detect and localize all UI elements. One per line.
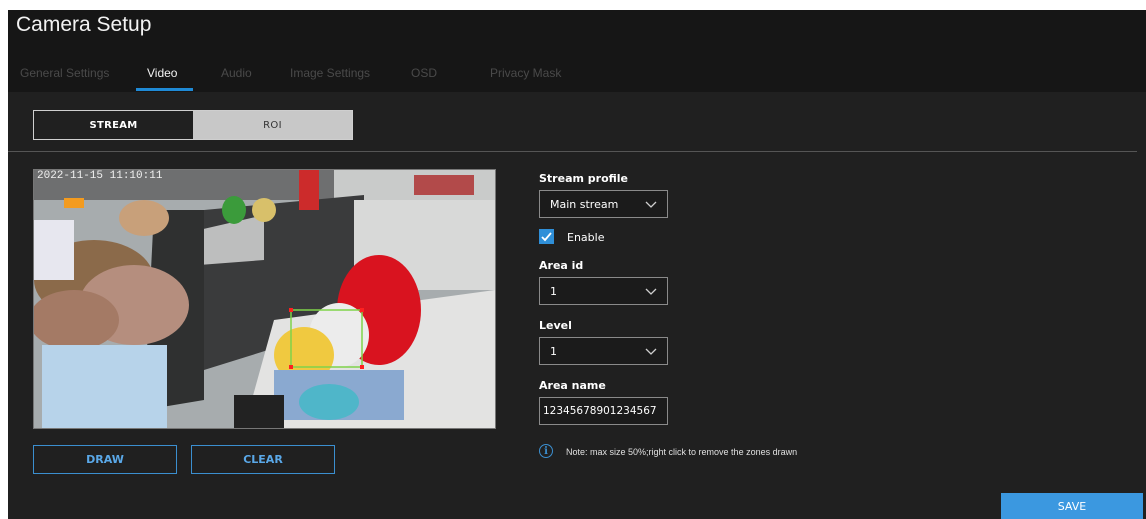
level-select[interactable]: 1 <box>539 337 668 365</box>
area-id-value: 1 <box>550 285 557 298</box>
area-id-label: Area id <box>539 259 584 272</box>
clear-button[interactable]: CLEAR <box>191 445 335 474</box>
note-text: Note: max size 50%;right click to remove… <box>566 447 798 457</box>
area-name-label: Area name <box>539 379 606 392</box>
check-icon <box>541 232 552 242</box>
video-preview[interactable]: 2022-11-15 11:10:11 <box>33 169 496 429</box>
header: Camera Setup General Settings Video Audi… <box>8 10 1146 92</box>
area-name-value: 12345678901234567 <box>543 405 657 417</box>
info-icon: i <box>539 444 553 458</box>
page-title: Camera Setup <box>16 13 152 36</box>
draw-button[interactable]: DRAW <box>33 445 177 474</box>
stream-profile-select[interactable]: Main stream <box>539 190 668 218</box>
tab-video[interactable]: Video <box>147 66 177 80</box>
divider <box>8 151 1137 152</box>
camera-scene-image <box>34 170 495 428</box>
video-timestamp: 2022-11-15 11:10:11 <box>37 170 163 182</box>
active-tab-indicator <box>136 88 193 91</box>
tab-audio[interactable]: Audio <box>221 66 252 80</box>
area-id-select[interactable]: 1 <box>539 277 668 305</box>
chevron-down-icon <box>645 201 657 208</box>
tab-privacy-mask[interactable]: Privacy Mask <box>490 66 561 80</box>
enable-label: Enable <box>567 231 605 244</box>
tab-image-settings[interactable]: Image Settings <box>290 66 370 80</box>
stream-toggle-button[interactable]: STREAM <box>34 111 193 139</box>
save-button[interactable]: SAVE <box>1001 493 1143 519</box>
stream-profile-value: Main stream <box>550 198 619 211</box>
chevron-down-icon <box>645 288 657 295</box>
tab-osd[interactable]: OSD <box>411 66 437 80</box>
level-label: Level <box>539 319 572 332</box>
mode-toggle: STREAM ROI <box>33 110 353 140</box>
chevron-down-icon <box>645 348 657 355</box>
tab-general-settings[interactable]: General Settings <box>20 66 109 80</box>
roi-toggle-button[interactable]: ROI <box>193 111 352 139</box>
camera-setup-window: Camera Setup General Settings Video Audi… <box>8 10 1146 519</box>
enable-checkbox[interactable] <box>539 229 554 244</box>
area-name-input[interactable]: 12345678901234567 <box>539 397 668 425</box>
stream-profile-label: Stream profile <box>539 172 629 185</box>
level-value: 1 <box>550 345 557 358</box>
